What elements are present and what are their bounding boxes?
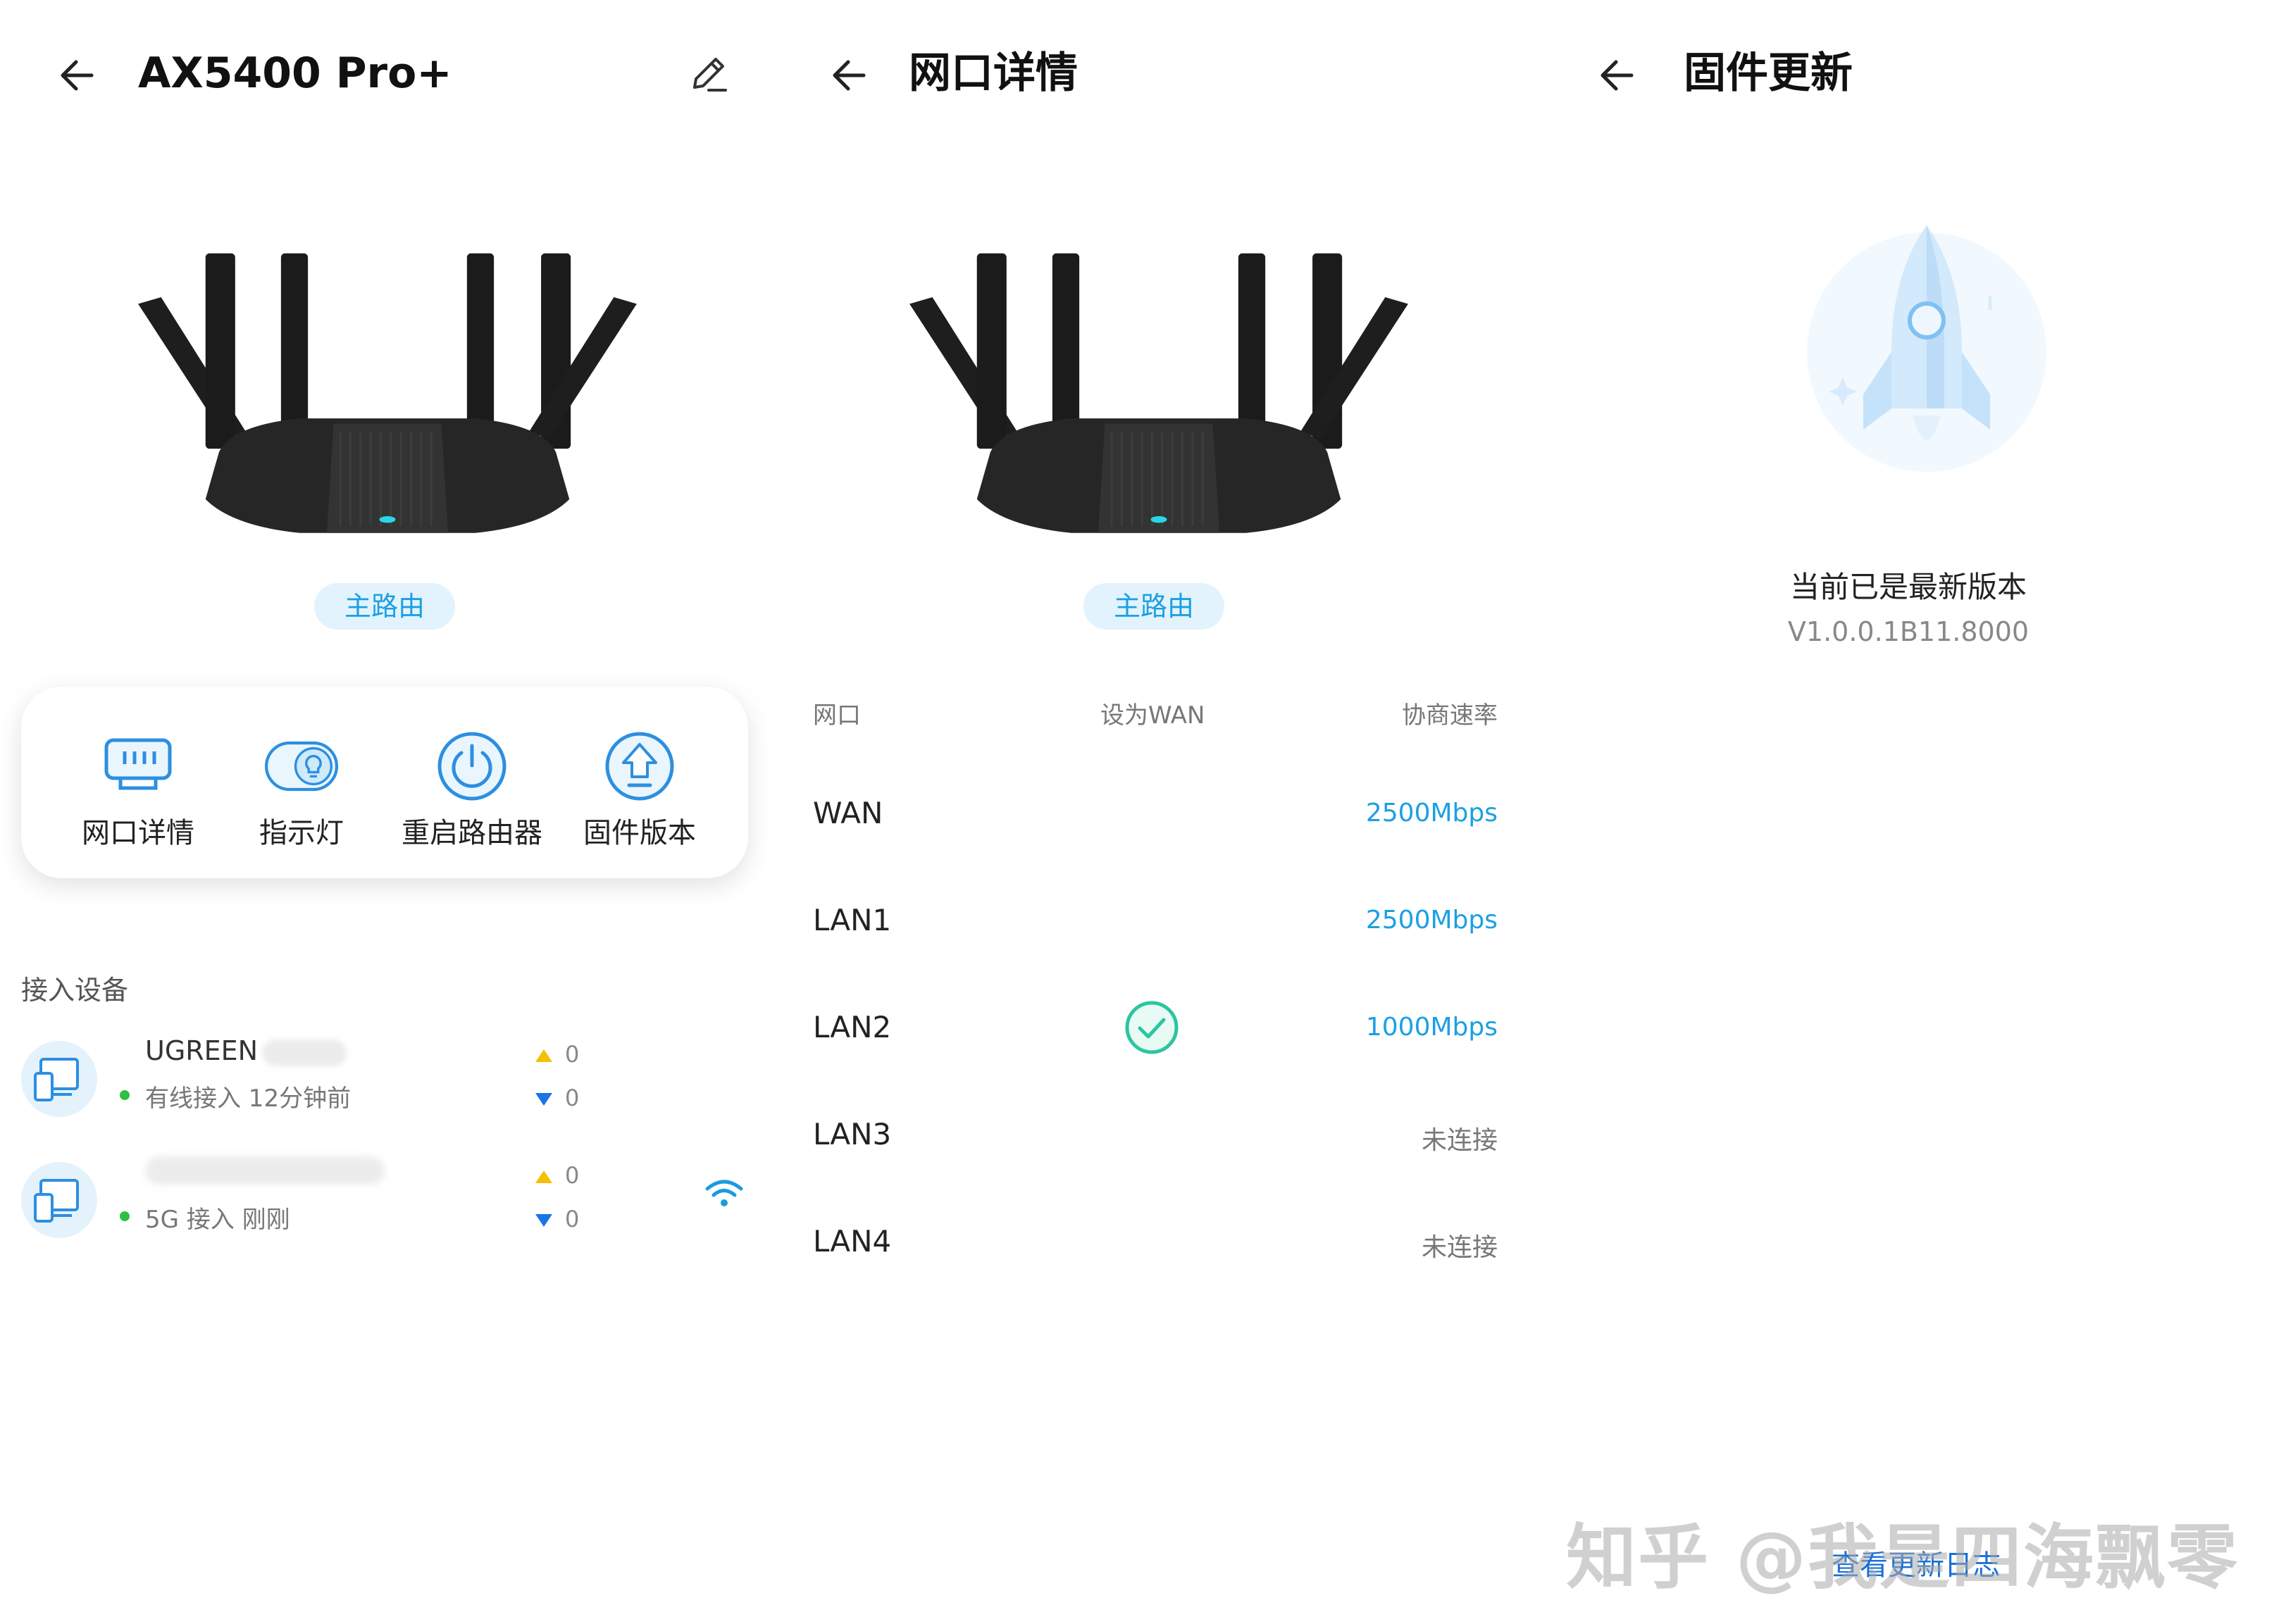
table-row[interactable]: WAN 2500Mbps <box>768 789 1536 845</box>
port-speed: 未连接 <box>1421 1126 1498 1155</box>
device-item[interactable]: UGREEN 有线接入 12分钟前 0 0 <box>21 1035 754 1127</box>
back-arrow-icon[interactable] <box>1596 55 1637 96</box>
device-name <box>145 1156 385 1191</box>
table-row[interactable]: LAN2 1000Mbps <box>768 1001 1536 1059</box>
col-header-set-wan: 设为WAN <box>1100 701 1205 730</box>
device-avatar <box>21 1162 97 1238</box>
firmware-upload-icon <box>605 732 674 801</box>
main-router-badge: 主路由 <box>314 583 455 630</box>
col-header-speed: 协商速率 <box>1402 701 1498 730</box>
firmware-update-panel: 固件更新 当前已是最新版本 V1.0.0.1B11.8000 <box>1536 0 2281 1624</box>
device-status: 5G 接入 刚刚 <box>145 1206 290 1234</box>
action-label: 指示灯 <box>259 817 344 849</box>
page-title: AX5400 Pro+ <box>138 49 452 98</box>
port-speed: 2500Mbps <box>1365 799 1498 827</box>
device-name: UGREEN <box>145 1035 347 1066</box>
router-image <box>137 250 638 560</box>
port-name: WAN <box>813 796 883 830</box>
upload-rate: 0 <box>535 1162 579 1189</box>
devices-icon <box>34 1058 79 1101</box>
port-name: LAN4 <box>813 1224 892 1258</box>
header: AX5400 Pro+ <box>0 42 768 106</box>
header: 网口详情 <box>768 42 1536 106</box>
page-title: 网口详情 <box>909 49 1078 98</box>
port-name: LAN3 <box>813 1117 892 1151</box>
download-arrow-icon <box>535 1093 552 1106</box>
table-row[interactable]: LAN1 2500Mbps <box>768 896 1536 952</box>
download-rate: 0 <box>535 1085 579 1111</box>
upload-arrow-icon <box>535 1049 552 1062</box>
download-rate: 0 <box>535 1206 579 1232</box>
col-header-port: 网口 <box>813 701 861 730</box>
edit-pencil-icon[interactable] <box>685 51 731 97</box>
table-row[interactable]: LAN4 未连接 <box>768 1217 1536 1273</box>
port-speed: 2500Mbps <box>1365 906 1498 935</box>
device-overview-panel: AX5400 Pro+ 主路由 网口详情 指示灯 重启路由器 固件版本 接入设备… <box>0 0 768 1624</box>
device-item[interactable]: 5G 接入 刚刚 0 0 <box>21 1156 754 1248</box>
firmware-status: 当前已是最新版本 <box>1789 570 2027 604</box>
action-label: 网口详情 <box>82 817 194 849</box>
action-port-details[interactable]: 网口详情 <box>54 727 223 853</box>
device-avatar <box>21 1041 97 1117</box>
blurred-text <box>145 1156 385 1185</box>
header: 固件更新 <box>1536 42 2281 106</box>
devices-icon <box>34 1179 79 1223</box>
watermark: 知乎 @我是四海飘零 <box>1566 1516 2239 1599</box>
wifi-icon <box>705 1180 743 1206</box>
port-speed: 未连接 <box>1421 1233 1498 1262</box>
action-firmware-version[interactable]: 固件版本 <box>555 727 724 853</box>
indicator-light-icon <box>264 741 339 792</box>
action-indicator-light[interactable]: 指示灯 <box>217 727 386 853</box>
main-router-badge: 主路由 <box>1083 583 1224 630</box>
table-row[interactable]: LAN3 未连接 <box>768 1110 1536 1166</box>
rocket-icon <box>1807 225 2046 472</box>
upload-arrow-icon <box>535 1170 552 1183</box>
action-label: 重启路由器 <box>402 817 542 849</box>
quick-actions-card: 网口详情 指示灯 重启路由器 固件版本 <box>21 687 748 878</box>
power-icon <box>437 732 506 801</box>
blurred-text <box>262 1039 347 1066</box>
upload-rate: 0 <box>535 1041 579 1068</box>
device-status: 有线接入 12分钟前 <box>145 1085 352 1113</box>
online-dot <box>120 1211 130 1221</box>
router-image <box>909 250 1409 560</box>
back-arrow-icon[interactable] <box>56 55 97 96</box>
ethernet-port-icon <box>104 738 172 790</box>
online-dot <box>120 1090 130 1100</box>
action-label: 固件版本 <box>583 817 696 849</box>
back-arrow-icon[interactable] <box>828 55 869 96</box>
page-title: 固件更新 <box>1684 49 1853 98</box>
connected-devices-title: 接入设备 <box>21 975 129 1006</box>
wan-check-icon[interactable] <box>1123 999 1181 1056</box>
port-details-panel: 网口详情 主路由 网口 设为WAN 协商速率 WAN 2500Mbps LAN1… <box>768 0 1536 1624</box>
port-name: LAN2 <box>813 1010 892 1044</box>
firmware-version: V1.0.0.1B11.8000 <box>1787 616 2030 647</box>
action-restart-router[interactable]: 重启路由器 <box>387 727 557 853</box>
port-name: LAN1 <box>813 903 892 937</box>
download-arrow-icon <box>535 1214 552 1227</box>
port-speed: 1000Mbps <box>1365 1013 1498 1042</box>
